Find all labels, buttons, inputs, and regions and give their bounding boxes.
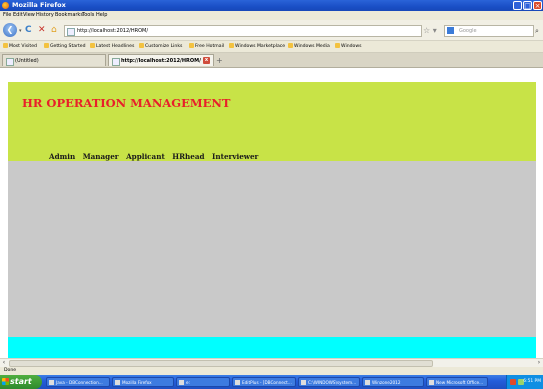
- search-icon[interactable]: ⌕: [535, 24, 539, 38]
- task-explorer[interactable]: e:: [176, 377, 230, 387]
- task-office[interactable]: New Microsoft Office...: [426, 377, 488, 387]
- bookmark-icon: [139, 43, 144, 48]
- bookmark-windows-media[interactable]: Windows Media: [288, 41, 330, 52]
- system-tray: 6:51 PM: [506, 375, 543, 389]
- menu-bar: File Edit View History Bookmarks Tools H…: [0, 11, 543, 20]
- clock: 6:51 PM: [523, 379, 541, 384]
- windows-taskbar: start Java - DBConnection... Mozilla Fir…: [0, 375, 543, 389]
- page-footer: [8, 337, 536, 358]
- page-icon: [6, 58, 14, 66]
- start-button[interactable]: start: [0, 375, 42, 389]
- minimize-button[interactable]: _: [513, 1, 522, 10]
- menu-history[interactable]: History: [36, 11, 54, 20]
- window-title-bar: Mozilla Firefox _ □ ×: [0, 0, 543, 11]
- tab-hrom[interactable]: http://localhost:2012/HROM/ x: [108, 54, 214, 66]
- bookmark-icon: [189, 43, 194, 48]
- close-tab-icon[interactable]: x: [203, 57, 210, 64]
- menu-edit[interactable]: Edit: [13, 11, 23, 20]
- tray-icon[interactable]: [510, 379, 516, 385]
- menu-view[interactable]: View: [23, 11, 35, 20]
- task-java[interactable]: Java - DBConnection...: [46, 377, 110, 387]
- tab-label: http://localhost:2012/HROM/: [121, 58, 201, 64]
- task-firefox[interactable]: Mozilla Firefox: [112, 377, 174, 387]
- stop-button[interactable]: ✕: [38, 23, 46, 37]
- link-interviewer[interactable]: Interviewer: [212, 152, 258, 161]
- close-window-button[interactable]: ×: [533, 1, 542, 10]
- bookmark-icon: [44, 43, 49, 48]
- task-editplus[interactable]: EditPlus - [DBConnect...: [232, 377, 296, 387]
- bookmark-most-visited[interactable]: Most Visited: [3, 41, 37, 52]
- page-favicon-icon: [67, 28, 75, 36]
- new-tab-button[interactable]: +: [216, 55, 223, 66]
- status-text: Done: [4, 368, 17, 373]
- link-manager[interactable]: Manager: [83, 152, 119, 161]
- bookmark-icon: [335, 43, 340, 48]
- scroll-thumb[interactable]: [9, 360, 433, 367]
- navigation-toolbar: ❮ ▾ C ✕ ⌂ http://localhost:2012/HROM/ ☆ …: [0, 20, 543, 41]
- app-icon: [235, 380, 240, 385]
- bookmark-icon: [288, 43, 293, 48]
- bookmarks-toolbar: Most Visited Getting Started Latest Head…: [0, 41, 543, 53]
- window-title: Mozilla Firefox: [12, 1, 66, 9]
- address-bar[interactable]: http://localhost:2012/HROM/: [64, 25, 422, 37]
- history-dropdown-button[interactable]: ▾: [19, 24, 22, 38]
- search-box[interactable]: Google: [444, 25, 534, 37]
- url-text[interactable]: http://localhost:2012/HROM/: [77, 26, 148, 36]
- home-button[interactable]: ⌂: [51, 23, 57, 37]
- task-cmd[interactable]: C:\WINDOWS\system...: [298, 377, 360, 387]
- bookmark-getting-started[interactable]: Getting Started: [44, 41, 86, 52]
- bookmark-windows-marketplace[interactable]: Windows Marketplace: [229, 41, 285, 52]
- scroll-right-icon[interactable]: ›: [535, 359, 543, 367]
- page-header: HR OPERATION MANAGEMENT Admin Manager Ap…: [8, 82, 536, 161]
- bookmark-icon: [3, 43, 8, 48]
- search-engine-icon[interactable]: [447, 27, 454, 34]
- scroll-left-icon[interactable]: ‹: [0, 359, 8, 367]
- menu-bookmarks[interactable]: Bookmarks: [55, 11, 83, 20]
- task-winzone[interactable]: Winzone2012: [362, 377, 424, 387]
- page-icon: [112, 58, 120, 66]
- bookmark-customize-links[interactable]: Customize Links: [139, 41, 182, 52]
- role-nav-links: Admin Manager Applicant HRhead Interview…: [49, 152, 263, 161]
- app-icon: [365, 380, 370, 385]
- search-placeholder: Google: [459, 28, 477, 34]
- link-applicant[interactable]: Applicant: [126, 152, 165, 161]
- office-icon: [429, 380, 434, 385]
- bookmark-icon: [229, 43, 234, 48]
- maximize-button[interactable]: □: [523, 1, 532, 10]
- windows-logo-icon: [2, 378, 9, 385]
- bookmark-free-hotmail[interactable]: Free Hotmail: [189, 41, 224, 52]
- page-title: HR OPERATION MANAGEMENT: [22, 96, 231, 110]
- menu-help[interactable]: Help: [96, 11, 107, 20]
- back-button[interactable]: ❮: [3, 23, 17, 37]
- link-admin[interactable]: Admin: [49, 152, 75, 161]
- tab-strip: (Untitled) http://localhost:2012/HROM/ x…: [0, 53, 543, 68]
- reload-button[interactable]: C: [25, 23, 32, 37]
- console-icon: [301, 380, 306, 385]
- bookmark-windows[interactable]: Windows: [335, 41, 362, 52]
- horizontal-scrollbar[interactable]: ‹ ›: [0, 358, 543, 367]
- tab-label: (Untitled): [15, 58, 39, 64]
- menu-file[interactable]: File: [3, 11, 11, 20]
- status-bar: Done: [0, 367, 543, 375]
- firefox-icon: [2, 2, 9, 9]
- app-icon: [49, 380, 54, 385]
- bookmark-latest-headlines[interactable]: Latest Headlines: [90, 41, 134, 52]
- link-hrhead[interactable]: HRhead: [172, 152, 204, 161]
- bookmark-icon: [90, 43, 95, 48]
- menu-tools[interactable]: Tools: [82, 11, 94, 20]
- tab-untitled[interactable]: (Untitled): [2, 54, 106, 66]
- bookmark-star-icon[interactable]: ☆ ▾: [423, 24, 437, 38]
- app-icon: [115, 380, 120, 385]
- folder-icon: [179, 380, 184, 385]
